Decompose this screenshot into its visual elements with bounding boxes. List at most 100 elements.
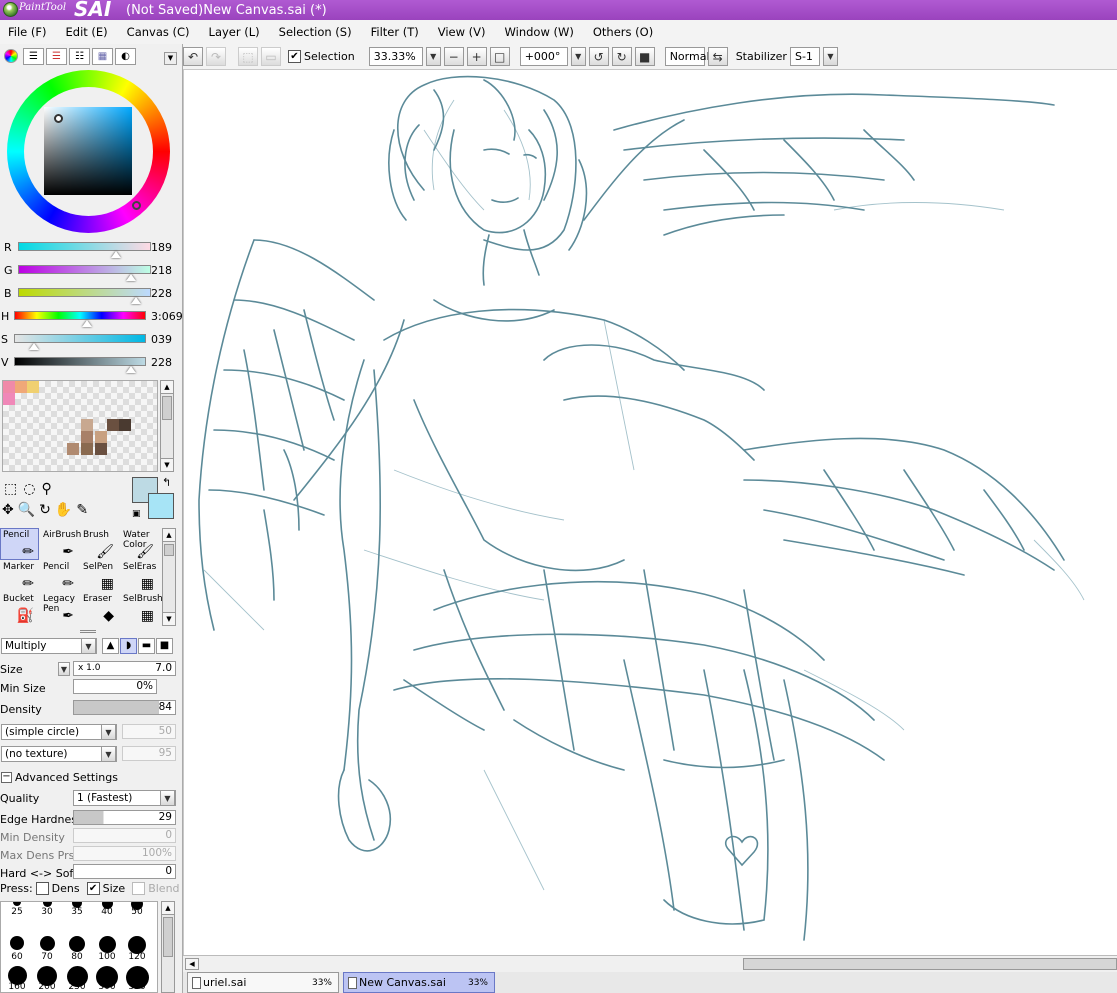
lasso-tool-icon[interactable]: ◌ <box>23 481 35 497</box>
stabilizer-field[interactable]: S-1 <box>789 47 820 66</box>
menu-filter[interactable]: Filter (T) <box>371 25 419 39</box>
swap-colors-icon[interactable]: ↰ <box>162 476 171 489</box>
stabilizer-dropdown-icon[interactable]: ▼ <box>822 47 838 66</box>
shape-sharp-icon[interactable]: ▲ <box>102 638 119 654</box>
tool-legacy-pen[interactable]: Legacy Pen ✒ <box>40 592 79 624</box>
density-field[interactable]: 84 <box>73 700 176 715</box>
tool-airbrush[interactable]: AirBrush ✒ <box>40 528 81 560</box>
drawing-canvas[interactable] <box>183 69 1117 955</box>
zoom-dropdown-icon[interactable]: ▼ <box>425 47 441 66</box>
zoom-tool-icon[interactable]: 🔍 <box>18 502 35 518</box>
rotation-dropdown-icon[interactable]: ▼ <box>570 47 586 66</box>
shape-flat-icon[interactable]: ▬ <box>138 638 155 654</box>
brush-shape-select[interactable]: (simple circle) <box>1 724 117 740</box>
slider-thumb-h[interactable] <box>82 320 92 327</box>
rotation-field[interactable]: +000° <box>519 47 568 66</box>
rgb-slider-tab-icon[interactable]: ☰ <box>23 48 44 65</box>
selection-toggle[interactable]: ✔ Selection <box>288 50 355 63</box>
brush-size-preset[interactable] <box>69 936 85 952</box>
palette-tab-icon[interactable]: ☷ <box>69 48 90 65</box>
slider-h[interactable] <box>14 311 146 320</box>
tool-eraser[interactable]: Eraser ◆ <box>80 592 119 624</box>
tool-brush[interactable]: Brush 🖌 <box>80 528 119 560</box>
tool-seleras[interactable]: SelEras ▦ <box>120 560 159 592</box>
rotate-reset-button[interactable]: ■ <box>634 47 655 66</box>
scroll-thumb[interactable] <box>743 958 1117 970</box>
redo-button[interactable]: ↷ <box>206 47 226 66</box>
hand-tool-icon[interactable]: ✋ <box>55 502 72 518</box>
slider-g[interactable] <box>18 265 151 274</box>
rotate-tool-icon[interactable]: ↻ <box>39 502 51 518</box>
menu-view[interactable]: View (V) <box>438 25 486 39</box>
slider-thumb-r[interactable] <box>111 251 121 258</box>
scroll-left-icon[interactable]: ◀ <box>185 958 199 970</box>
brush-shape-dropdown-icon[interactable]: ▼ <box>101 724 116 740</box>
doc-tab-uriel[interactable]: uriel.sai 33% <box>187 972 339 993</box>
scratchpad-tab-icon[interactable]: ◐ <box>115 48 136 65</box>
shape-round-icon[interactable]: ◗ <box>120 638 137 654</box>
size-pressure-checkbox[interactable]: ✔ <box>86 882 100 895</box>
zoom-in-button[interactable]: + <box>466 47 487 66</box>
advanced-settings-toggle[interactable]: − Advanced Settings <box>1 771 118 784</box>
blend-mode-dropdown-icon[interactable]: ▼ <box>81 638 96 654</box>
undo-button[interactable]: ↶ <box>183 47 203 66</box>
brush-size-preset[interactable] <box>13 902 21 906</box>
tool-pencil[interactable]: Pencil ✏ <box>0 528 39 560</box>
menu-selection[interactable]: Selection (S) <box>279 25 352 39</box>
invert-selection-button[interactable]: ▭ <box>261 47 281 66</box>
tool-bucket[interactable]: Bucket ⛽ <box>0 592 39 624</box>
selection-checkbox[interactable]: ✔ <box>288 50 301 63</box>
slider-thumb-g[interactable] <box>126 274 136 281</box>
color-wheel-tab-icon[interactable] <box>4 49 18 63</box>
rotate-left-button[interactable]: ↺ <box>588 47 609 66</box>
menu-layer[interactable]: Layer (L) <box>209 25 260 39</box>
hard-soft-field[interactable]: 0 <box>73 864 176 879</box>
menu-others[interactable]: Others (O) <box>593 25 653 39</box>
zoom-reset-button[interactable]: □ <box>489 47 510 66</box>
menu-canvas[interactable]: Canvas (C) <box>127 25 190 39</box>
tool-selpen[interactable]: SelPen ▦ <box>80 560 119 592</box>
tool-water-color[interactable]: Water Color 🖌 <box>120 528 159 560</box>
quality-dropdown-icon[interactable]: ▼ <box>160 790 175 806</box>
splitter-grip[interactable] <box>80 630 96 633</box>
hsv-slider-tab-icon[interactable]: ☰ <box>46 48 67 65</box>
slider-v[interactable] <box>14 357 146 366</box>
hue-marker[interactable] <box>132 201 141 210</box>
move-tool-icon[interactable]: ✥ <box>2 502 14 518</box>
panel-menu-icon[interactable]: ▼ <box>164 52 177 65</box>
size-mult-dropdown-icon[interactable]: ▼ <box>58 662 70 676</box>
eyedropper-icon[interactable]: ✎ <box>76 502 88 518</box>
tool-grid-scrollbar[interactable]: ▲ ▼ <box>162 528 176 626</box>
palette-scrollbar[interactable]: ▲ ▼ <box>160 380 174 472</box>
edge-hardness-field[interactable]: 29 <box>73 810 176 825</box>
flip-canvas-button[interactable]: ⇆ <box>707 47 728 66</box>
swatch-tab-icon[interactable]: ▦ <box>92 48 113 65</box>
blend-mode-field[interactable]: Normal <box>664 47 710 66</box>
deselect-button[interactable]: ⬚ <box>238 47 258 66</box>
tool-selbrush[interactable]: SelBrush ▦ <box>120 592 163 624</box>
slider-b[interactable] <box>18 288 151 297</box>
magic-wand-icon[interactable]: ⚲ <box>41 481 51 497</box>
rotate-right-button[interactable]: ↻ <box>611 47 632 66</box>
brush-size-preset[interactable] <box>98 936 116 953</box>
marquee-tool-icon[interactable]: ⬚ <box>4 481 17 497</box>
slider-s[interactable] <box>14 334 146 343</box>
shape-square-icon[interactable]: ■ <box>156 638 173 654</box>
secondary-color-swatch[interactable] <box>148 493 174 519</box>
doc-tab-new-canvas[interactable]: New Canvas.sai 33% <box>343 972 495 993</box>
sv-marker[interactable] <box>54 114 63 123</box>
menu-window[interactable]: Window (W) <box>505 25 574 39</box>
transparent-toggle-icon[interactable]: ▣ <box>132 509 141 519</box>
brush-texture-select[interactable]: (no texture) <box>1 746 117 762</box>
brush-texture-dropdown-icon[interactable]: ▼ <box>101 746 116 762</box>
min-size-field[interactable]: 0% <box>73 679 157 694</box>
zoom-out-button[interactable]: − <box>443 47 464 66</box>
slider-r[interactable] <box>18 242 151 251</box>
collapse-icon[interactable]: − <box>1 772 12 783</box>
dens-checkbox[interactable] <box>35 882 49 895</box>
tool-marker[interactable]: Marker ✏ <box>0 560 39 592</box>
size-field[interactable]: x 1.0 7.0 <box>73 661 176 676</box>
brush-size-preset[interactable] <box>39 936 55 951</box>
brush-size-scrollbar[interactable]: ▲ <box>161 901 175 993</box>
slider-thumb-b[interactable] <box>131 297 141 304</box>
